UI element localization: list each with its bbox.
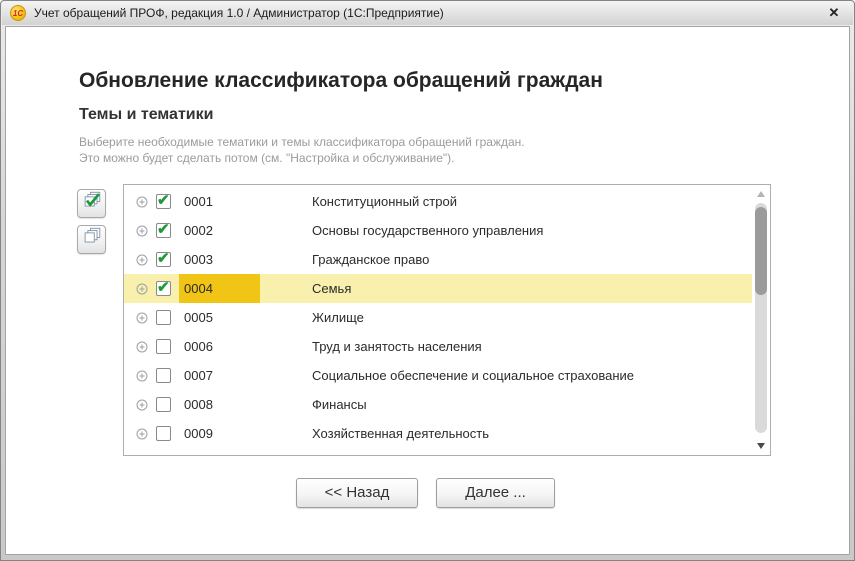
expand-plus-icon[interactable] <box>136 196 156 208</box>
row-checkbox-cell <box>156 223 179 238</box>
row-code: 0004 <box>179 274 260 303</box>
back-button[interactable]: << Назад <box>296 478 418 508</box>
row-code: 0006 <box>179 332 260 361</box>
table-row[interactable]: 0002 Основы государственного управления <box>124 216 752 245</box>
scroll-down-icon[interactable] <box>755 441 767 451</box>
row-name: Финансы <box>260 397 752 412</box>
row-name: Конституционный строй <box>260 194 752 209</box>
expand-plus-icon[interactable] <box>136 254 156 266</box>
close-icon[interactable]: ✕ <box>823 4 845 22</box>
check-all-button[interactable] <box>77 189 106 218</box>
1c-logo-icon: 1С <box>10 5 26 21</box>
expand-plus-icon[interactable] <box>136 370 156 382</box>
row-name: Гражданское право <box>260 252 752 267</box>
row-checkbox[interactable] <box>156 397 171 412</box>
page-description-line1: Выберите необходимые тематики и темы кла… <box>79 134 525 150</box>
expand-plus-icon[interactable] <box>136 225 156 237</box>
row-checkbox-cell <box>156 310 179 325</box>
topics-panel: 0001 Конституционный строй 0002 Основы г… <box>123 184 771 456</box>
scroll-up-icon[interactable] <box>755 189 767 199</box>
title-bar[interactable]: 1С Учет обращений ПРОФ, редакция 1.0 / А… <box>2 1 853 25</box>
table-row[interactable]: 0005 Жилище <box>124 303 752 332</box>
page-description: Выберите необходимые тематики и темы кла… <box>79 134 525 166</box>
scrollbar-track[interactable] <box>755 203 767 433</box>
row-code: 0005 <box>179 303 260 332</box>
row-code: 0008 <box>179 390 260 419</box>
row-checkbox[interactable] <box>156 368 171 383</box>
expand-plus-icon[interactable] <box>136 312 156 324</box>
table-row[interactable]: 0008 Финансы <box>124 390 752 419</box>
wizard-content: Обновление классификатора обращений граж… <box>5 26 850 555</box>
row-checkbox-cell <box>156 281 179 296</box>
row-code: 0009 <box>179 419 260 448</box>
page-title: Обновление классификатора обращений граж… <box>79 69 603 93</box>
row-name: Хозяйственная деятельность <box>260 426 752 441</box>
row-code: 0001 <box>179 187 260 216</box>
row-checkbox[interactable] <box>156 310 171 325</box>
row-code: 0007 <box>179 361 260 390</box>
row-checkbox-cell <box>156 339 179 354</box>
row-checkbox[interactable] <box>156 281 171 296</box>
row-code: 0003 <box>179 245 260 274</box>
uncheck-all-button[interactable] <box>77 225 106 254</box>
row-checkbox-cell <box>156 368 179 383</box>
next-button[interactable]: Далее ... <box>436 478 555 508</box>
row-checkbox[interactable] <box>156 252 171 267</box>
table-row[interactable]: 0009 Хозяйственная деятельность <box>124 419 752 448</box>
row-checkbox[interactable] <box>156 194 171 209</box>
row-name: Семья <box>260 281 752 296</box>
page-subtitle: Темы и тематики <box>79 106 213 124</box>
table-row[interactable]: 0007 Социальное обеспечение и социальное… <box>124 361 752 390</box>
table-row[interactable]: 0004 Семья <box>124 274 752 303</box>
page-description-line2: Это можно будет сделать потом (см. "Наст… <box>79 150 525 166</box>
row-checkbox-cell <box>156 397 179 412</box>
row-name: Основы государственного управления <box>260 223 752 238</box>
expand-plus-icon[interactable] <box>136 283 156 295</box>
expand-plus-icon[interactable] <box>136 399 156 411</box>
scrollbar-thumb[interactable] <box>755 207 767 295</box>
row-name: Труд и занятость населения <box>260 339 752 354</box>
topics-list: 0001 Конституционный строй 0002 Основы г… <box>124 187 752 448</box>
window-title: Учет обращений ПРОФ, редакция 1.0 / Адми… <box>34 6 815 20</box>
uncheck-all-icon <box>81 226 103 253</box>
table-row[interactable]: 0006 Труд и занятость населения <box>124 332 752 361</box>
row-checkbox-cell <box>156 194 179 209</box>
check-all-icon <box>81 190 103 217</box>
vertical-scrollbar[interactable] <box>754 187 768 453</box>
row-checkbox[interactable] <box>156 339 171 354</box>
table-row[interactable]: 0001 Конституционный строй <box>124 187 752 216</box>
row-checkbox-cell <box>156 426 179 441</box>
expand-plus-icon[interactable] <box>136 428 156 440</box>
expand-plus-icon[interactable] <box>136 341 156 353</box>
row-code: 0002 <box>179 216 260 245</box>
row-checkbox[interactable] <box>156 223 171 238</box>
row-checkbox[interactable] <box>156 426 171 441</box>
row-name: Жилище <box>260 310 752 325</box>
app-window: 1С Учет обращений ПРОФ, редакция 1.0 / А… <box>0 0 855 561</box>
row-name: Социальное обеспечение и социальное стра… <box>260 368 752 383</box>
row-checkbox-cell <box>156 252 179 267</box>
table-row[interactable]: 0003 Гражданское право <box>124 245 752 274</box>
